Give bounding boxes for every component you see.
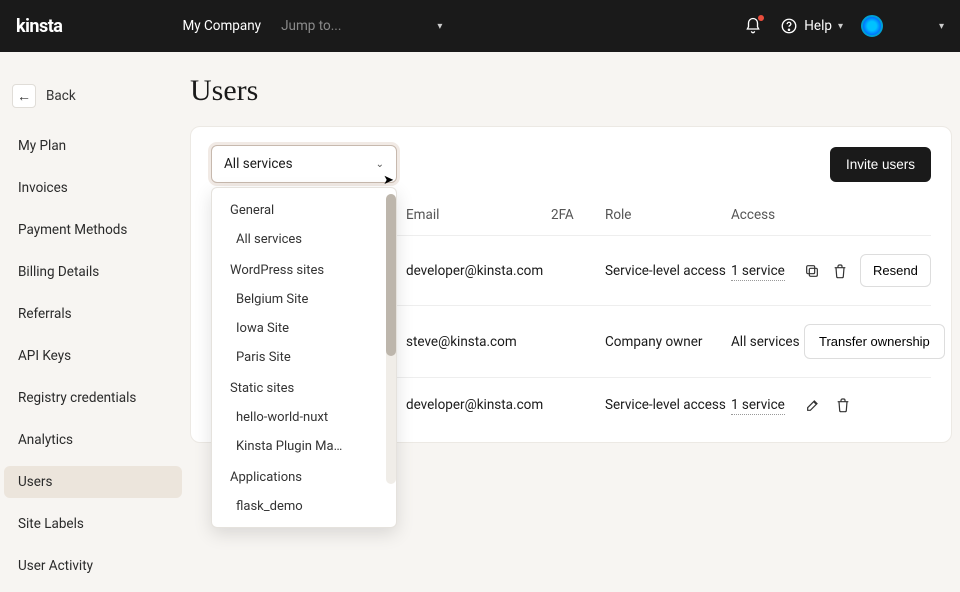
trash-icon[interactable] — [832, 262, 848, 280]
sidebar-item-analytics[interactable]: Analytics — [4, 424, 182, 456]
sidebar-item-site-labels[interactable]: Site Labels — [4, 508, 182, 540]
sidebar: My Plan Invoices Payment Methods Billing… — [4, 130, 182, 592]
transfer-ownership-button[interactable]: Transfer ownership — [804, 324, 945, 359]
filter-item-kinsta-plugin[interactable]: Kinsta Plugin Man... — [212, 432, 362, 461]
sidebar-item-my-plan[interactable]: My Plan — [4, 130, 182, 162]
filter-item-paris[interactable]: Paris Site — [212, 343, 396, 372]
cell-role: Company owner — [605, 334, 731, 350]
sidebar-item-referrals[interactable]: Referrals — [4, 298, 182, 330]
notification-dot — [758, 15, 764, 21]
sidebar-item-invoices[interactable]: Invoices — [4, 172, 182, 204]
trash-icon[interactable] — [834, 396, 852, 414]
cell-access[interactable]: 1 service — [731, 263, 785, 281]
chevron-down-icon: ▾ — [939, 21, 944, 32]
invite-users-button[interactable]: Invite users — [830, 147, 931, 182]
cell-role: Service-level access — [605, 397, 731, 413]
jump-to-input[interactable]: Jump to... — [281, 18, 341, 34]
sidebar-item-api-keys[interactable]: API Keys — [4, 340, 182, 372]
chevron-down-icon: ⌄ — [376, 159, 384, 170]
topbar: kinsta My Company Jump to... ▾ Help ▾ ▾ — [0, 0, 960, 52]
back-label: Back — [46, 88, 76, 104]
scrollbar-thumb[interactable] — [386, 194, 396, 356]
col-2fa: 2FA — [551, 207, 605, 223]
col-role: Role — [605, 207, 731, 223]
chevron-down-icon: ▾ — [838, 21, 843, 32]
filter-item-iowa[interactable]: Iowa Site — [212, 314, 396, 343]
sidebar-item-billing-details[interactable]: Billing Details — [4, 256, 182, 288]
filter-group-wordpress: WordPress sites — [212, 254, 396, 285]
filter-item-all-services[interactable]: All services — [212, 225, 396, 254]
sidebar-item-user-activity[interactable]: User Activity — [4, 550, 182, 582]
filter-group-static: Static sites — [212, 372, 396, 403]
resend-button[interactable]: Resend — [860, 254, 931, 287]
col-access: Access — [731, 207, 804, 223]
help-label: Help — [804, 18, 832, 34]
cell-email: steve@kinsta.com — [406, 334, 551, 350]
logo: kinsta — [16, 16, 62, 37]
sidebar-item-registry-credentials[interactable]: Registry credentials — [4, 382, 182, 414]
filter-group-applications: Applications — [212, 461, 396, 492]
users-panel: All services ⌄ ➤ General All services Wo… — [190, 126, 952, 443]
company-switcher[interactable]: My Company — [182, 18, 261, 34]
service-filter-menu: General All services WordPress sites Bel… — [211, 187, 397, 528]
filter-item-hello-world[interactable]: hello-world-nuxt — [212, 403, 396, 432]
service-filter-selected: All services — [224, 156, 293, 172]
sidebar-item-users[interactable]: Users — [4, 466, 182, 498]
chevron-down-icon: ▾ — [437, 21, 442, 32]
filter-group-general: General — [212, 194, 396, 225]
service-filter-dropdown[interactable]: All services ⌄ — [211, 145, 397, 183]
help-menu[interactable]: Help ▾ — [780, 17, 843, 35]
page-title: Users — [190, 74, 952, 108]
notifications-icon[interactable] — [744, 17, 762, 35]
cell-role: Service-level access — [605, 263, 731, 279]
edit-icon[interactable] — [804, 396, 822, 414]
copy-icon[interactable] — [804, 262, 820, 280]
col-email: Email — [406, 207, 551, 223]
cell-email: developer@kinsta.com — [406, 263, 551, 279]
avatar[interactable] — [861, 15, 883, 37]
cell-email: developer@kinsta.com — [406, 397, 551, 413]
arrow-left-icon: ← — [12, 84, 36, 108]
cell-access[interactable]: 1 service — [731, 397, 785, 415]
main: Users All services ⌄ ➤ General All servi… — [190, 74, 952, 443]
back-link[interactable]: ← Back — [12, 84, 76, 108]
filter-item-flask-demo[interactable]: flask_demo — [212, 492, 396, 521]
sidebar-item-payment-methods[interactable]: Payment Methods — [4, 214, 182, 246]
cell-access: All services — [731, 334, 800, 350]
filter-item-belgium[interactable]: Belgium Site — [212, 285, 396, 314]
